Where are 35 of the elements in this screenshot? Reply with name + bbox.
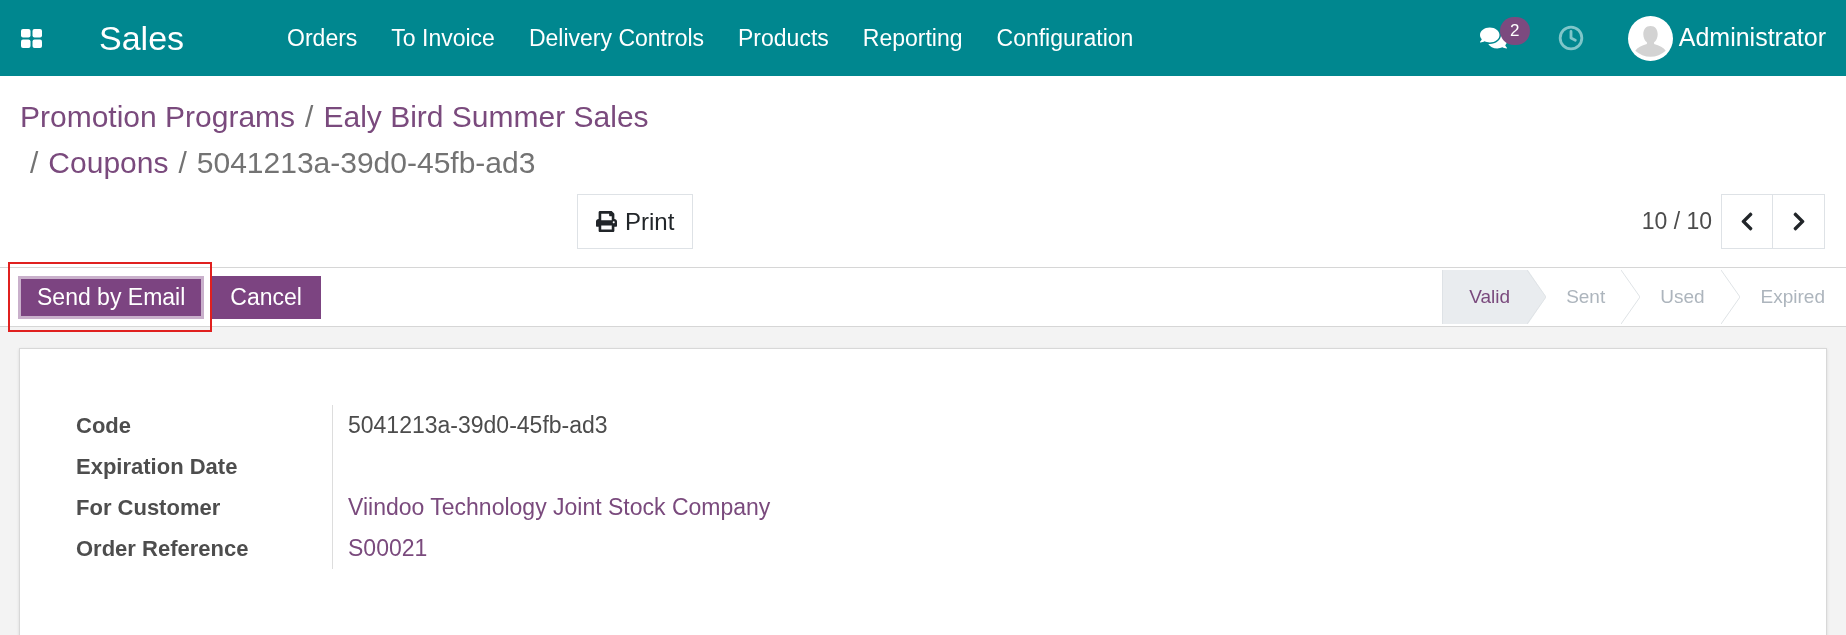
action-button[interactable]: Send by Email — [18, 275, 205, 319]
breadcrumb-link[interactable]: Ealy Bird Summer Sales — [323, 94, 649, 140]
chevron-divider-icon — [1527, 270, 1547, 324]
avatar-icon[interactable] — [1627, 15, 1673, 61]
breadcrumb-current: 5041213a-39d0-45fb-ad3 — [196, 145, 536, 181]
previous-button[interactable] — [1721, 194, 1773, 249]
field-label: Expiration Date — [76, 453, 238, 481]
field-label: Code — [76, 412, 131, 440]
breadcrumb-separator: / — [29, 145, 40, 181]
menu-item[interactable]: Delivery Controls — [511, 23, 722, 53]
action-button[interactable]: Cancel — [211, 275, 321, 319]
menu-item[interactable]: Products — [721, 23, 846, 53]
breadcrumb-link[interactable]: Promotion Programs — [20, 94, 296, 140]
print-button[interactable]: Print — [577, 194, 694, 249]
user-name[interactable]: Administrator — [1678, 19, 1826, 57]
field-link[interactable]: Viindoo Technology Joint Stock Company — [348, 490, 771, 525]
field-link[interactable]: S00021 — [348, 531, 428, 566]
chevron-divider-icon — [1621, 270, 1641, 324]
field-value: 5041213a-39d0-45fb-ad3 — [348, 411, 608, 441]
breadcrumb-separator: / — [304, 99, 315, 135]
apps-grid-icon[interactable] — [21, 28, 42, 48]
field-label: Order Reference — [76, 535, 249, 563]
breadcrumb-link[interactable]: Coupons — [48, 140, 169, 186]
menu-item[interactable]: To Invoice — [374, 23, 512, 53]
chevron-divider-icon — [1720, 270, 1740, 324]
menu-item[interactable]: Reporting — [845, 23, 980, 53]
menu-item[interactable]: Configuration — [979, 23, 1151, 53]
printer-icon — [596, 211, 617, 232]
field-label: For Customer — [76, 494, 221, 522]
menu-item[interactable]: Orders — [270, 23, 375, 53]
next-button[interactable] — [1773, 194, 1825, 249]
notification-badge: 2 — [1499, 17, 1530, 45]
app-name[interactable]: Sales — [99, 21, 185, 55]
breadcrumb-separator: / — [177, 145, 188, 181]
pager-counter: 10 / 10 — [1641, 207, 1712, 237]
